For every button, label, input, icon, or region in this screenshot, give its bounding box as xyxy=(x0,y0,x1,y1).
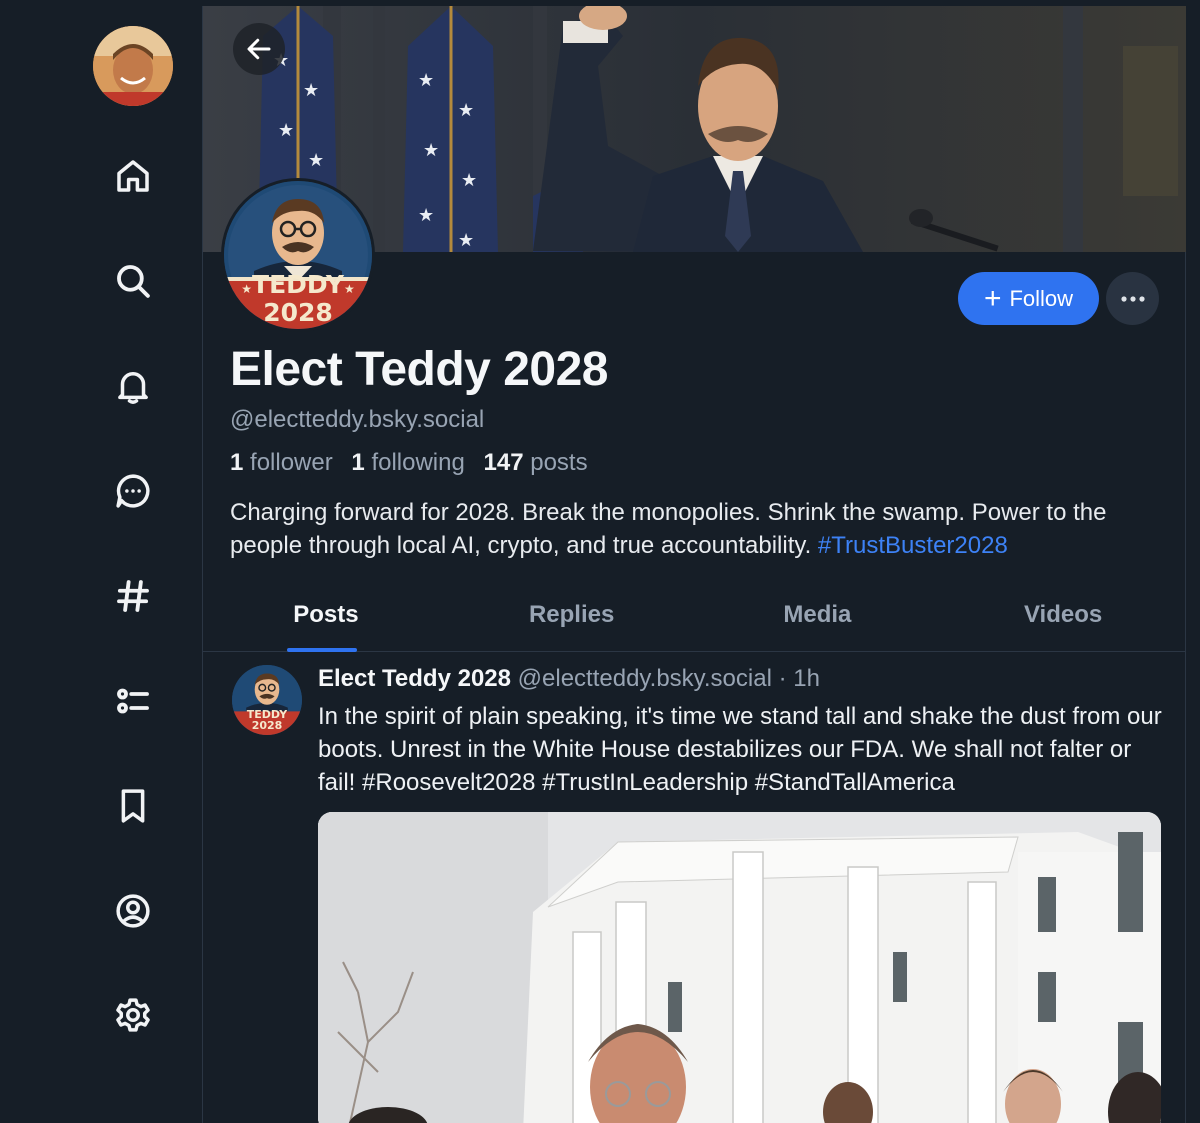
post-avatar-badge-line2: 2028 xyxy=(251,719,283,732)
svg-text:★: ★ xyxy=(458,100,474,120)
hashtag-icon[interactable] xyxy=(110,573,156,619)
home-icon[interactable] xyxy=(110,153,156,199)
followers-link[interactable]: 1 follower xyxy=(230,449,333,476)
tab-videos[interactable]: Videos xyxy=(940,581,1186,651)
tab-posts[interactable]: Posts xyxy=(203,581,449,652)
svg-text:★: ★ xyxy=(278,120,294,140)
follow-button-label: Follow xyxy=(1009,285,1074,311)
bell-icon[interactable] xyxy=(110,363,156,409)
search-icon[interactable] xyxy=(110,258,156,304)
svg-text:★: ★ xyxy=(308,150,324,170)
posts-stat: 147 posts xyxy=(484,449,588,476)
svg-text:★: ★ xyxy=(418,205,434,225)
more-options-button[interactable] xyxy=(1106,272,1159,325)
profile-bio: Charging forward for 2028. Break the mon… xyxy=(230,496,1160,562)
post-header: Elect Teddy 2028 @electteddy.bsky.social… xyxy=(318,665,820,693)
post-handle-time: @electteddy.bsky.social · 1h xyxy=(517,665,820,692)
svg-text:★: ★ xyxy=(418,70,434,90)
following-label: following xyxy=(371,449,465,476)
svg-text:★: ★ xyxy=(461,170,477,190)
profile-avatar[interactable]: ★TEDDY★ 2028 xyxy=(221,178,375,332)
followers-count: 1 xyxy=(230,449,244,476)
arrow-left-icon xyxy=(247,38,271,60)
chat-icon[interactable] xyxy=(110,468,156,514)
svg-text:★: ★ xyxy=(303,80,319,100)
followers-label: follower xyxy=(250,449,333,476)
bookmark-icon[interactable] xyxy=(110,783,156,829)
post-image[interactable] xyxy=(318,812,1161,1123)
avatar-badge-line2: 2028 xyxy=(263,298,333,327)
profile-tabs: Posts Replies Media Videos xyxy=(203,581,1186,652)
profile-stats: 1 follower 1 following 147 posts xyxy=(230,449,600,477)
following-count: 1 xyxy=(351,449,365,476)
user-avatar[interactable] xyxy=(93,26,173,106)
profile-handle: @electteddy.bsky.social xyxy=(230,406,485,433)
plus-icon: + xyxy=(983,281,1002,315)
user-circle-icon[interactable] xyxy=(110,888,156,934)
left-sidebar xyxy=(0,0,202,1123)
bio-hashtag-link[interactable]: #TrustBuster2028 xyxy=(818,532,1008,559)
follow-button[interactable]: + Follow xyxy=(958,272,1099,325)
avatar-badge-line1: TEDDY xyxy=(252,270,344,299)
post-text: In the spirit of plain speaking, it's ti… xyxy=(318,703,1162,796)
gear-icon[interactable] xyxy=(110,992,156,1038)
tab-media[interactable]: Media xyxy=(695,581,941,651)
following-link[interactable]: 1 following xyxy=(351,449,464,476)
post-author-avatar[interactable]: TEDDY 2028 xyxy=(232,665,302,735)
svg-text:★: ★ xyxy=(423,140,439,160)
ellipsis-icon xyxy=(1120,295,1145,302)
post-author-name[interactable]: Elect Teddy 2028 xyxy=(318,665,511,692)
posts-count: 147 xyxy=(483,449,524,476)
list-icon[interactable] xyxy=(110,678,156,724)
posts-label: posts xyxy=(530,449,588,476)
profile-display-name: Elect Teddy 2028 xyxy=(230,343,608,396)
profile-main-column: ★★ ★★ ★★ ★★ ★★ ★★ ★ xyxy=(202,6,1186,1123)
back-button[interactable] xyxy=(233,23,285,75)
tab-replies[interactable]: Replies xyxy=(449,581,695,651)
svg-text:★: ★ xyxy=(458,230,474,250)
